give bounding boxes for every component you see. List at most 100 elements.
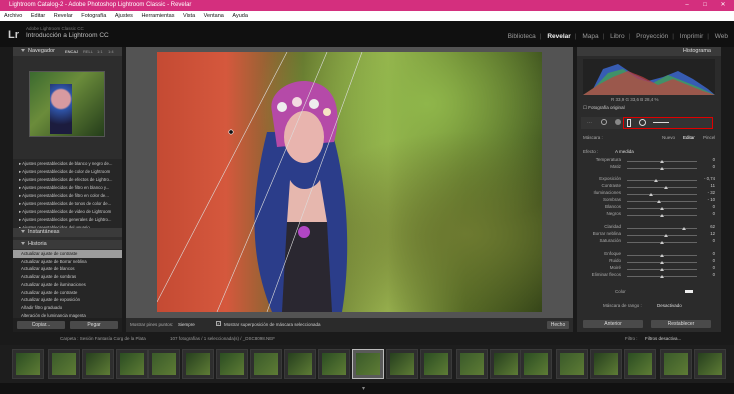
slider-value[interactable]: - 0,74 — [701, 176, 715, 181]
crop-tool-icon[interactable] — [601, 119, 607, 125]
slider-value[interactable]: 0 — [701, 238, 715, 243]
menu-vista[interactable]: Vista — [183, 13, 195, 19]
previous-button[interactable]: Anterior — [583, 320, 643, 328]
slider-knob[interactable] — [660, 241, 664, 244]
done-button[interactable]: Hecho — [547, 321, 569, 329]
module-proyeccion[interactable]: Proyección — [636, 33, 668, 40]
menu-fotografia[interactable]: Fotografía — [81, 13, 106, 19]
slider-row[interactable]: Borrar neblina 12 — [577, 231, 721, 238]
slider-track[interactable] — [627, 194, 697, 195]
filmstrip-thumbnail[interactable] — [624, 349, 656, 379]
history-item[interactable]: Actualizar ajuste de sombras — [13, 273, 122, 281]
overlay-checkbox[interactable]: ✓ — [216, 321, 221, 326]
slider-value[interactable]: 0 — [701, 265, 715, 270]
color-swatch[interactable] — [685, 290, 693, 293]
slider-track[interactable] — [627, 187, 697, 188]
history-item[interactable]: Actualizar ajuste de contraste — [13, 289, 122, 297]
module-libro[interactable]: Libro — [610, 33, 624, 40]
filmstrip-thumbnail[interactable] — [490, 349, 522, 379]
slider-row[interactable]: Moiré 0 — [577, 265, 721, 272]
filmstrip-thumbnail[interactable] — [148, 349, 180, 379]
filmstrip-thumbnail[interactable] — [456, 349, 488, 379]
slider-row[interactable]: Blancos 0 — [577, 204, 721, 211]
minimize-button[interactable]: – — [680, 0, 694, 11]
filmstrip-thumbnail[interactable] — [556, 349, 588, 379]
zoom-1-4[interactable]: 1:4 — [108, 47, 114, 56]
module-web[interactable]: Web — [715, 33, 728, 40]
slider-track[interactable] — [627, 235, 697, 236]
close-button[interactable]: ✕ — [716, 0, 730, 11]
history-item[interactable]: Actualizar ajuste de Borrar neblina — [13, 258, 122, 266]
slider-knob[interactable] — [681, 227, 686, 230]
filmstrip-thumbnail[interactable] — [116, 349, 148, 379]
range-mask-select[interactable]: Desactivado — [657, 303, 682, 308]
slider-row[interactable]: Sombras - 10 — [577, 197, 721, 204]
reset-button[interactable]: Restablecer — [651, 320, 711, 328]
module-imprimir[interactable]: Imprimir — [680, 33, 703, 40]
filmstrip-thumbnail[interactable] — [420, 349, 452, 379]
preset-folder[interactable]: ▸ Ajustes preestablecidos de tonos de co… — [19, 200, 111, 208]
slider-knob[interactable] — [656, 200, 661, 203]
preset-folder[interactable]: ▸ Ajustes preestablecidos de color de Li… — [19, 168, 110, 176]
history-item[interactable]: Actualizar ajuste de iluminaciones — [13, 281, 122, 289]
slider-knob[interactable] — [663, 186, 668, 189]
slider-value[interactable]: 0 — [701, 211, 715, 216]
zoom-fill[interactable]: RELL — [83, 47, 93, 56]
bottom-panel-toggle-icon[interactable]: ▾ — [362, 385, 365, 392]
slider-value[interactable]: 0 — [701, 204, 715, 209]
filmstrip-thumbnail[interactable] — [660, 349, 692, 379]
filmstrip-thumbnail[interactable] — [318, 349, 350, 379]
slider-knob[interactable] — [660, 207, 664, 210]
slider-value[interactable]: 62 — [701, 224, 715, 229]
slider-track[interactable] — [627, 201, 697, 202]
slider-row[interactable]: Iluminaciones - 32 — [577, 190, 721, 197]
slider-value[interactable]: 0 — [701, 272, 715, 277]
slider-row[interactable]: Temperatura 0 — [577, 157, 721, 164]
preset-folder[interactable]: ▸ Ajustes preestablecidos generales de L… — [19, 216, 111, 224]
slider-row[interactable]: Eliminar flecos 0 — [577, 272, 721, 279]
slider-value[interactable]: 0 — [701, 258, 715, 263]
slider-track[interactable] — [627, 180, 697, 181]
paste-button[interactable]: Pegar — [70, 321, 118, 329]
menu-ajustes[interactable]: Ajustes — [115, 13, 133, 19]
slider-knob[interactable] — [660, 268, 664, 271]
menu-ventana[interactable]: Ventana — [204, 13, 224, 19]
grid-overlay-icon[interactable]: ⋯ — [587, 120, 592, 126]
mask-brush[interactable]: Pincel — [703, 135, 715, 140]
histogram-header[interactable]: Histograma — [577, 47, 721, 56]
filmstrip-thumbnail[interactable] — [352, 349, 384, 379]
slider-row[interactable]: Contraste 11 — [577, 183, 721, 190]
slider-knob[interactable] — [660, 254, 664, 257]
slider-row[interactable]: Saturación 0 — [577, 238, 721, 245]
filmstrip-thumbnail[interactable] — [182, 349, 214, 379]
filmstrip-thumbnail[interactable] — [386, 349, 418, 379]
folder-source[interactable]: Carpeta : Sesión Fantasía Corg de la Pla… — [60, 336, 146, 341]
filmstrip-thumbnail[interactable] — [520, 349, 552, 379]
menu-editar[interactable]: Editar — [31, 13, 45, 19]
slider-value[interactable]: 0 — [701, 251, 715, 256]
histogram[interactable] — [583, 59, 715, 95]
copy-button[interactable]: Copiar... — [17, 321, 65, 329]
module-mapa[interactable]: Mapa — [582, 33, 598, 40]
slider-knob[interactable] — [664, 234, 669, 237]
filmstrip-thumbnail[interactable] — [216, 349, 248, 379]
module-revelar[interactable]: Revelar — [547, 33, 571, 40]
adjustment-brush-icon[interactable] — [653, 122, 669, 123]
snapshots-header[interactable]: Instantáneas — [13, 228, 122, 237]
filmstrip-thumbnail[interactable] — [694, 349, 726, 379]
mask-edit[interactable]: Editar — [683, 135, 695, 140]
slider-row[interactable]: Ruido 0 — [577, 258, 721, 265]
maximize-button[interactable]: □ — [698, 0, 712, 11]
filmstrip-thumbnail[interactable] — [12, 349, 44, 379]
preset-folder[interactable]: ▸ Ajustes preestablecidos de efectos de … — [19, 176, 112, 184]
preset-folder[interactable]: ▸ Ajustes preestablecidos de filtro en b… — [19, 184, 109, 192]
graduated-filter-overlay[interactable] — [157, 52, 542, 312]
effect-select[interactable]: A medida — [615, 149, 634, 154]
slider-knob[interactable] — [648, 193, 653, 196]
original-photo-checkbox[interactable]: ☐ Fotografía original — [583, 105, 625, 111]
filmstrip-thumbnail[interactable] — [284, 349, 316, 379]
slider-value[interactable]: - 10 — [701, 197, 715, 202]
show-pins-select[interactable]: Siempre — [178, 322, 195, 327]
main-photo[interactable] — [157, 52, 542, 312]
slider-knob[interactable] — [660, 275, 664, 278]
